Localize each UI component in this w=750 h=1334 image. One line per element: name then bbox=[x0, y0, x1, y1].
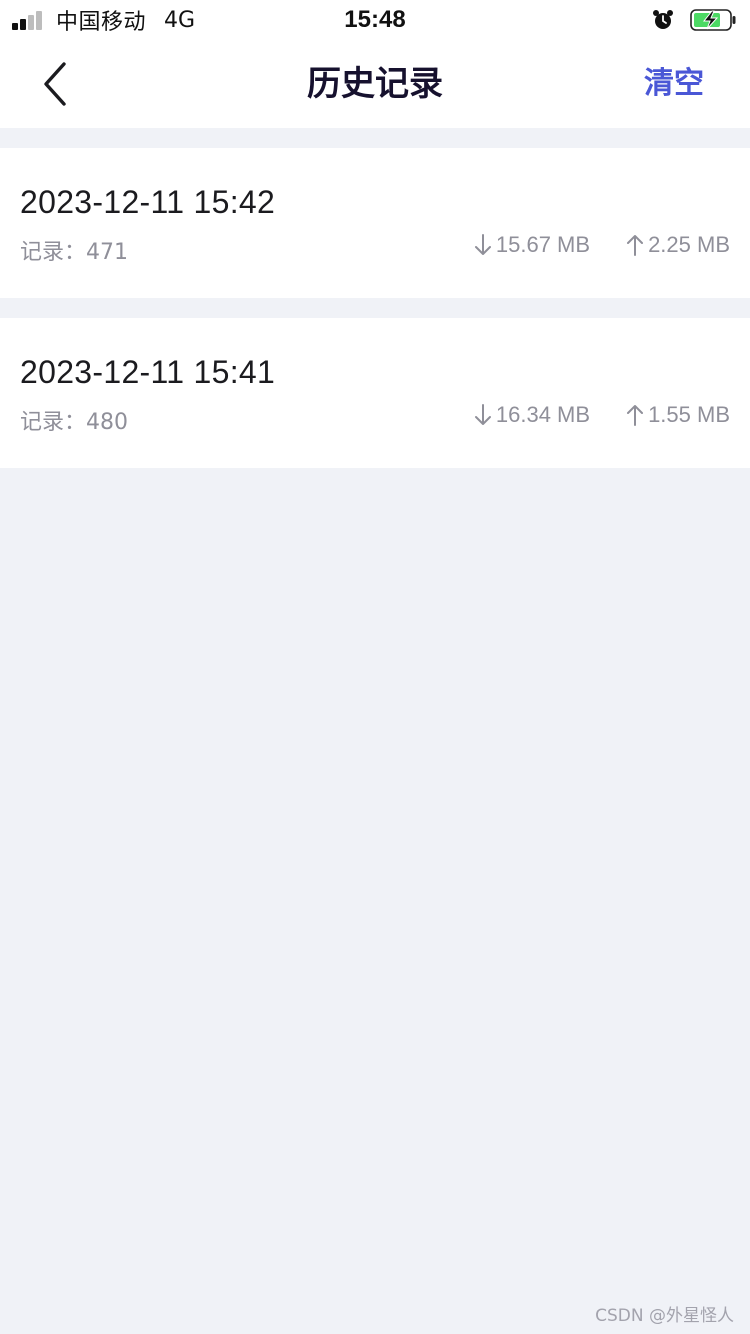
chevron-left-icon bbox=[44, 62, 66, 106]
status-time: 15:48 bbox=[344, 6, 406, 33]
alarm-icon bbox=[653, 10, 673, 29]
upload-stat: 2.25 MB bbox=[626, 232, 730, 258]
status-right bbox=[652, 7, 736, 33]
record-stats: 16.34 MB 1.55 MB bbox=[474, 402, 730, 428]
clear-button[interactable]: 清空 bbox=[644, 40, 704, 128]
download-size: 15.67 MB bbox=[495, 232, 591, 257]
upload-stat: 1.55 MB bbox=[626, 402, 730, 428]
navigation-bar: 历史记录 清空 bbox=[0, 40, 750, 128]
back-button[interactable] bbox=[30, 58, 78, 110]
record-time: 2023-12-11 15:42 bbox=[20, 184, 276, 220]
record-stats: 15.67 MB 2.25 MB bbox=[474, 232, 730, 258]
record-count: 记录：471 bbox=[20, 240, 128, 265]
history-record[interactable]: 2023-12-11 15:41 记录：480 16.34 MB 1.55 MB bbox=[0, 318, 750, 468]
battery-charging-icon bbox=[690, 9, 736, 31]
arrow-down-icon bbox=[474, 404, 491, 425]
record-time: 2023-12-11 15:41 bbox=[20, 354, 276, 390]
download-stat: 15.67 MB bbox=[474, 232, 590, 258]
upload-size: 2.25 MB bbox=[648, 232, 730, 257]
page-title: 历史记录 bbox=[307, 64, 443, 104]
download-stat: 16.34 MB bbox=[474, 402, 590, 428]
history-list: 2023-12-11 15:42 记录：471 15.67 MB 2.25 MB… bbox=[0, 148, 750, 488]
arrow-up-icon bbox=[627, 235, 644, 256]
status-bar: 中国移动 4G 15:48 bbox=[0, 0, 750, 40]
upload-size: 1.55 MB bbox=[648, 402, 730, 427]
record-count: 记录：480 bbox=[20, 410, 128, 435]
arrow-up-icon bbox=[627, 405, 644, 426]
download-size: 16.34 MB bbox=[495, 402, 591, 427]
history-record[interactable]: 2023-12-11 15:42 记录：471 15.67 MB 2.25 MB bbox=[0, 148, 750, 298]
arrow-down-icon bbox=[474, 234, 491, 255]
watermark: CSDN @外星怪人 bbox=[595, 1306, 734, 1326]
